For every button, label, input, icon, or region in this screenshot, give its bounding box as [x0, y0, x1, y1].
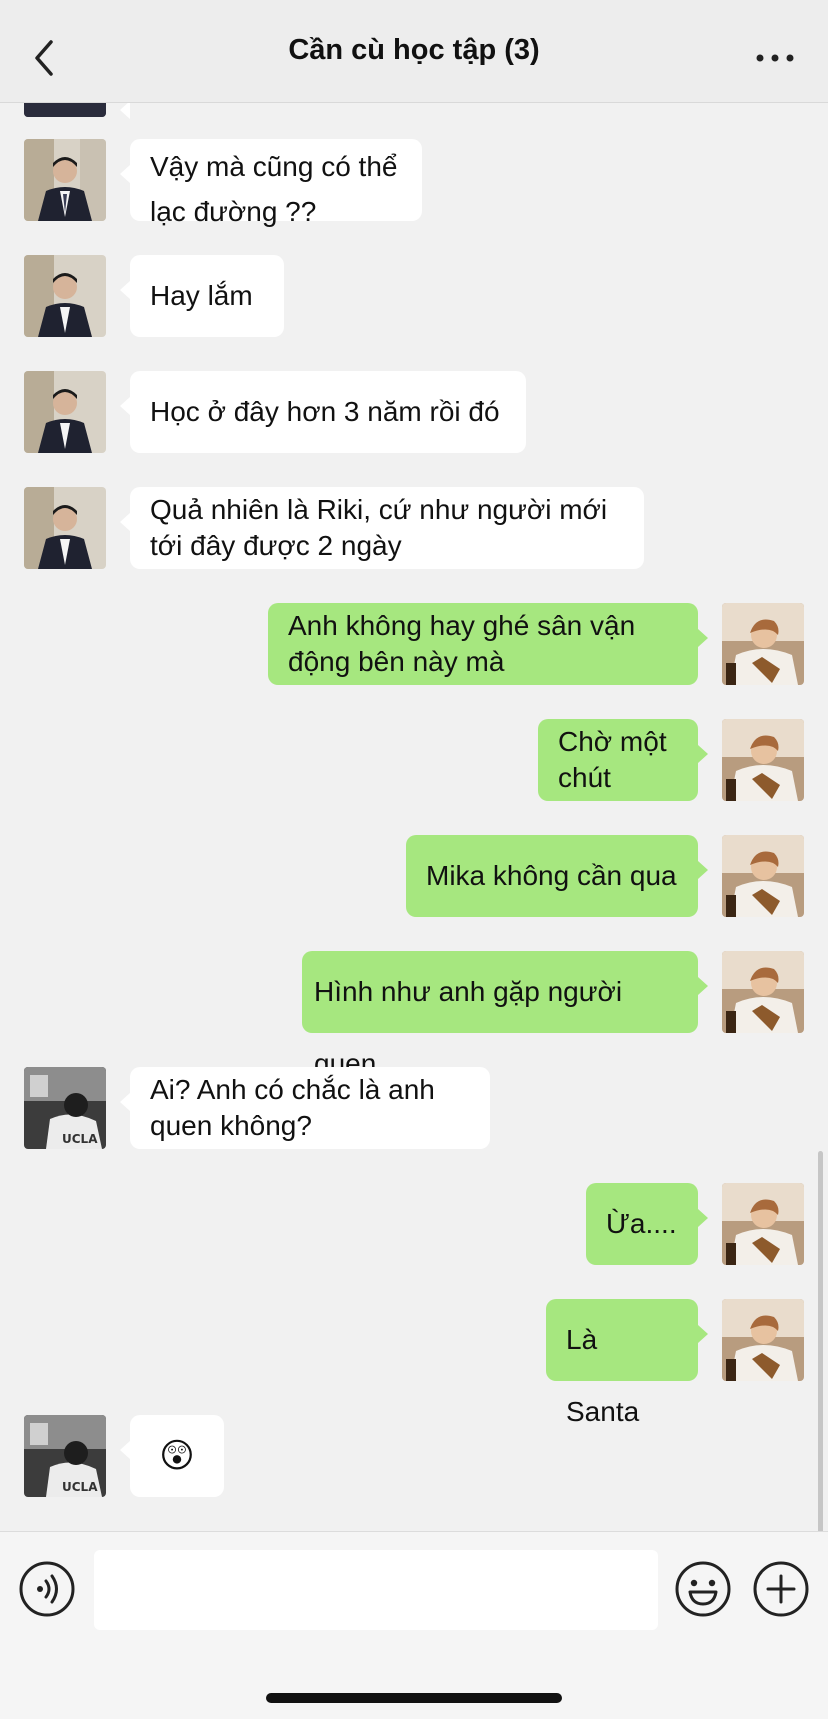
emoji-button[interactable]	[674, 1560, 732, 1618]
message-bubble: Ừa......	[586, 1183, 708, 1311]
plus-button[interactable]	[752, 1560, 810, 1618]
scrollbar[interactable]	[818, 1151, 823, 1531]
message-bubble: Chờ một chút	[538, 719, 708, 801]
avatar[interactable]	[722, 835, 804, 917]
ellipsis-icon	[756, 54, 794, 62]
more-button[interactable]	[748, 40, 802, 76]
avatar[interactable]	[722, 1183, 804, 1265]
home-indicator[interactable]	[266, 1693, 562, 1703]
avatar[interactable]	[24, 139, 106, 221]
input-bar	[0, 1531, 828, 1719]
chat-header: Cần cù học tập (3)	[0, 0, 828, 103]
avatar[interactable]	[722, 719, 804, 801]
avatar[interactable]: UCLA	[24, 1067, 106, 1149]
plus-icon	[753, 1561, 809, 1617]
message-bubble: Vậy mà cũng có thể lạc đường ??	[120, 139, 422, 227]
avatar[interactable]	[24, 487, 106, 569]
svg-text:UCLA: UCLA	[62, 1132, 98, 1146]
voice-button[interactable]	[18, 1560, 76, 1618]
voice-icon	[19, 1561, 75, 1617]
avatar[interactable]	[722, 1299, 804, 1381]
message-list[interactable]: Vậy mà cũng có thể lạc đường ?? Hay lắm	[0, 103, 828, 1531]
svg-text:UCLA: UCLA	[62, 1480, 98, 1494]
message-input[interactable]	[94, 1550, 658, 1630]
astonished-face-emoji: 😲	[159, 1437, 195, 1475]
avatar[interactable]	[24, 103, 106, 117]
avatar[interactable]	[24, 371, 106, 453]
avatar[interactable]	[722, 603, 804, 685]
message-bubble: Là Santa	[546, 1299, 708, 1427]
avatar[interactable]	[722, 951, 804, 1033]
message-bubble: 😲	[120, 1415, 224, 1497]
chat-title: Cần cù học tập (3)	[288, 34, 540, 66]
message-bubble: Học ở đây hơn 3 năm rồi đó	[120, 371, 526, 453]
message-bubble: Hình như anh gặp người quen	[302, 951, 708, 1079]
message-bubble: Mika không cần qua	[406, 835, 708, 917]
emoji-icon	[675, 1561, 731, 1617]
message-bubble: Hay lắm	[120, 255, 284, 337]
message-bubble: Anh không hay ghé sân vận động bên này m…	[268, 603, 708, 685]
message-bubble: Quả nhiên là Riki, cứ như người mới tới …	[120, 487, 644, 569]
avatar[interactable]	[24, 255, 106, 337]
message-row-partial	[0, 103, 828, 119]
message-bubble: Ai? Anh có chắc là anh quen không?	[120, 1067, 490, 1149]
avatar[interactable]: UCLA	[24, 1415, 106, 1497]
